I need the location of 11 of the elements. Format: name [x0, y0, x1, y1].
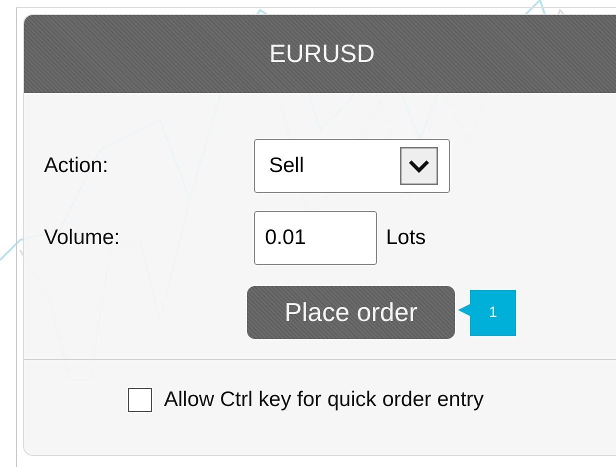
volume-input[interactable]: 0.01: [254, 211, 377, 265]
volume-label: Volume:: [44, 226, 121, 250]
callout-badge: 1: [458, 290, 516, 336]
lots-label: Lots: [386, 226, 426, 250]
action-dropdown[interactable]: Sell: [254, 138, 450, 192]
action-label: Action:: [44, 154, 110, 178]
dialog-title: EURUSD: [269, 40, 375, 68]
caret-icon: [400, 146, 438, 184]
checkbox-label: Allow Ctrl key for quick order entry: [164, 388, 484, 412]
place-order-button[interactable]: Place order: [247, 286, 455, 339]
checkbox[interactable]: [128, 388, 152, 412]
